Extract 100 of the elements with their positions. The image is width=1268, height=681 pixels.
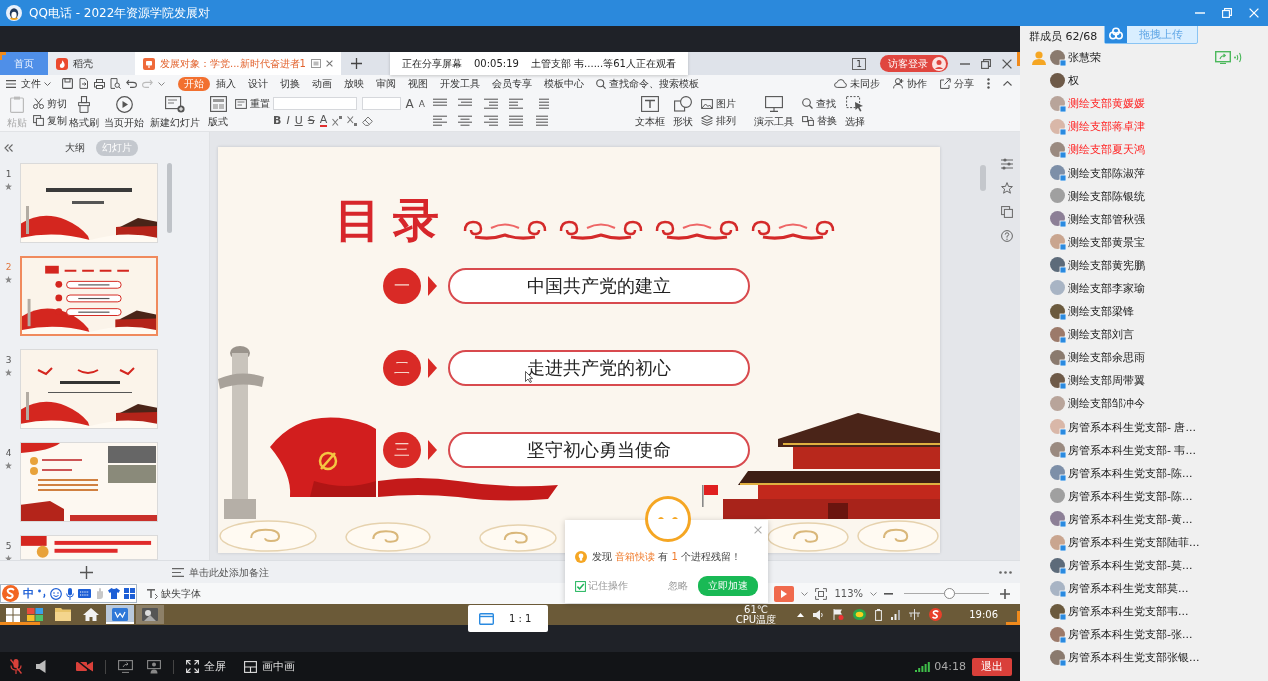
collaborate-button[interactable]: 协作 bbox=[893, 76, 927, 91]
member-name[interactable]: 测绘支部陈淑萍 bbox=[1068, 165, 1145, 181]
chevron-up-icon[interactable] bbox=[797, 612, 805, 617]
member-name[interactable]: 房管系本科生党支部-莫... bbox=[1068, 558, 1193, 574]
bold-button[interactable]: B bbox=[273, 114, 282, 127]
plus-icon[interactable] bbox=[350, 58, 362, 69]
member-name[interactable]: 测绘支部刘言 bbox=[1068, 327, 1134, 343]
bullet-list-icon[interactable] bbox=[433, 98, 447, 107]
scrollbar[interactable] bbox=[167, 163, 172, 233]
menu-tab[interactable]: 模板中心 bbox=[538, 76, 590, 91]
member-name[interactable]: 测绘支部梁锋 bbox=[1068, 304, 1134, 320]
add-slide-icon[interactable] bbox=[79, 565, 93, 579]
slide-thumbnail[interactable] bbox=[20, 163, 158, 243]
restore-icon[interactable] bbox=[1222, 8, 1232, 18]
more-icon[interactable] bbox=[999, 570, 1012, 574]
italic-button[interactable]: I bbox=[286, 114, 290, 127]
round-app-icon[interactable] bbox=[853, 609, 867, 620]
arrange-button[interactable]: 排列 bbox=[699, 112, 738, 129]
picture-app-icon[interactable] bbox=[136, 605, 164, 624]
speaker-icon[interactable] bbox=[813, 609, 825, 620]
menu-tab[interactable]: 放映 bbox=[338, 76, 370, 91]
cut-button[interactable]: 剪切 bbox=[31, 95, 67, 112]
justify-icon[interactable] bbox=[509, 115, 524, 127]
picture-in-picture-button[interactable]: 画中画 bbox=[244, 659, 295, 674]
chevron-up-icon[interactable] bbox=[1003, 81, 1012, 86]
microphone-icon[interactable] bbox=[66, 587, 74, 600]
template-store-tab[interactable]: 稻壳 bbox=[48, 52, 135, 75]
close-icon[interactable] bbox=[1002, 58, 1012, 69]
microphone-muted-icon[interactable] bbox=[10, 659, 22, 674]
missing-fonts-button[interactable]: 缺失字体 bbox=[147, 586, 201, 601]
menu-tab[interactable]: 开发工具 bbox=[434, 76, 486, 91]
new-slide-button[interactable]: 新建幻灯片 bbox=[147, 95, 203, 130]
member-name[interactable]: 测绘支部周带翼 bbox=[1068, 373, 1145, 389]
replace-button[interactable]: 替换 bbox=[800, 112, 839, 129]
reset-button[interactable]: 重置 bbox=[233, 95, 269, 112]
member-name[interactable]: 房管系本科生党支部- 唐... bbox=[1068, 419, 1196, 435]
slideshow-button[interactable] bbox=[774, 585, 795, 602]
input-mode[interactable]: 中 bbox=[23, 586, 34, 601]
punctuation-icon[interactable] bbox=[38, 589, 46, 598]
input-method-logo-icon[interactable] bbox=[929, 608, 943, 621]
member-name[interactable]: 房管系本科生党支部陆菲... bbox=[1068, 535, 1200, 550]
member-name[interactable]: 测绘支部黄景宝 bbox=[1068, 234, 1145, 250]
zoom-level[interactable]: 113% bbox=[834, 588, 863, 599]
presenter-tools-button[interactable]: 演示工具 bbox=[752, 95, 796, 129]
menu-tab[interactable]: 动画 bbox=[306, 76, 338, 91]
increase-indent-icon[interactable] bbox=[509, 98, 524, 110]
windows-logo-icon[interactable] bbox=[6, 607, 20, 622]
folder-icon[interactable] bbox=[55, 608, 71, 621]
fit-window-icon[interactable] bbox=[815, 587, 828, 600]
window-count[interactable]: 1 bbox=[852, 57, 866, 70]
member-name[interactable]: 房管系本科生党支部-黄... bbox=[1068, 511, 1193, 527]
font-color-button[interactable]: A bbox=[319, 114, 328, 127]
font-name-field[interactable] bbox=[273, 97, 358, 110]
align-center-icon[interactable] bbox=[458, 115, 473, 127]
member-name[interactable]: 房管系本科生党支部张银... bbox=[1068, 650, 1200, 666]
slide-thumbnail[interactable] bbox=[20, 442, 158, 522]
copy-button[interactable]: 复制 bbox=[31, 112, 67, 129]
home-icon[interactable] bbox=[83, 608, 99, 621]
select-button[interactable]: 选择 bbox=[843, 95, 867, 129]
close-icon[interactable] bbox=[325, 60, 333, 67]
distribute-icon[interactable] bbox=[534, 115, 549, 127]
decrease-font-button[interactable]: A bbox=[418, 97, 425, 110]
print-icon[interactable] bbox=[94, 78, 105, 89]
subscript-icon[interactable] bbox=[347, 115, 358, 126]
font-size-field[interactable] bbox=[362, 97, 401, 110]
menu-tab[interactable]: 切换 bbox=[274, 76, 306, 91]
grid-icon[interactable] bbox=[124, 588, 135, 599]
picture-button[interactable]: 图片 bbox=[699, 95, 738, 112]
keyboard-icon[interactable] bbox=[78, 589, 91, 598]
more-icon[interactable] bbox=[987, 78, 990, 89]
help-icon[interactable] bbox=[1000, 230, 1013, 242]
menu-tab[interactable]: 审阅 bbox=[370, 76, 402, 91]
shirt-icon[interactable] bbox=[108, 588, 120, 599]
fullscreen-button[interactable]: 全屏 bbox=[186, 659, 226, 674]
menu-tab[interactable]: 设计 bbox=[242, 76, 274, 91]
decrease-indent-icon[interactable] bbox=[483, 98, 498, 110]
login-button[interactable]: 访客登录 bbox=[880, 55, 948, 72]
share-button[interactable]: 分享 bbox=[940, 76, 974, 91]
member-name[interactable]: 测绘支部李家瑜 bbox=[1068, 281, 1145, 296]
star-icon[interactable] bbox=[1000, 182, 1013, 194]
play-from-current-button[interactable]: 当页开始 bbox=[101, 95, 147, 130]
align-right-icon[interactable] bbox=[483, 115, 498, 127]
document-tab[interactable]: 发展对象：学党...新时代奋进者1 bbox=[135, 52, 341, 75]
underline-button[interactable]: U bbox=[294, 114, 303, 127]
eraser-icon[interactable] bbox=[362, 115, 374, 126]
strikethrough-button[interactable]: S bbox=[307, 114, 315, 127]
network-warning-icon[interactable] bbox=[833, 609, 845, 620]
export-icon[interactable] bbox=[78, 78, 89, 89]
copy-icon[interactable] bbox=[1000, 206, 1013, 218]
increase-font-button[interactable]: A bbox=[405, 97, 414, 110]
screen-share-icon[interactable] bbox=[118, 660, 133, 673]
member-name[interactable]: 测绘支部邹冲今 bbox=[1068, 396, 1145, 412]
command-search-field[interactable]: 查找命令、搜索模板 bbox=[609, 78, 709, 89]
checkbox[interactable] bbox=[575, 580, 586, 592]
save-icon[interactable] bbox=[62, 78, 73, 89]
undo-icon[interactable] bbox=[126, 79, 137, 88]
smiley-icon[interactable] bbox=[50, 587, 62, 600]
member-name[interactable]: 测绘支部黄宪鹏 bbox=[1068, 257, 1145, 273]
menu-tab[interactable]: 视图 bbox=[402, 76, 434, 91]
numbered-list-icon[interactable] bbox=[458, 98, 473, 107]
